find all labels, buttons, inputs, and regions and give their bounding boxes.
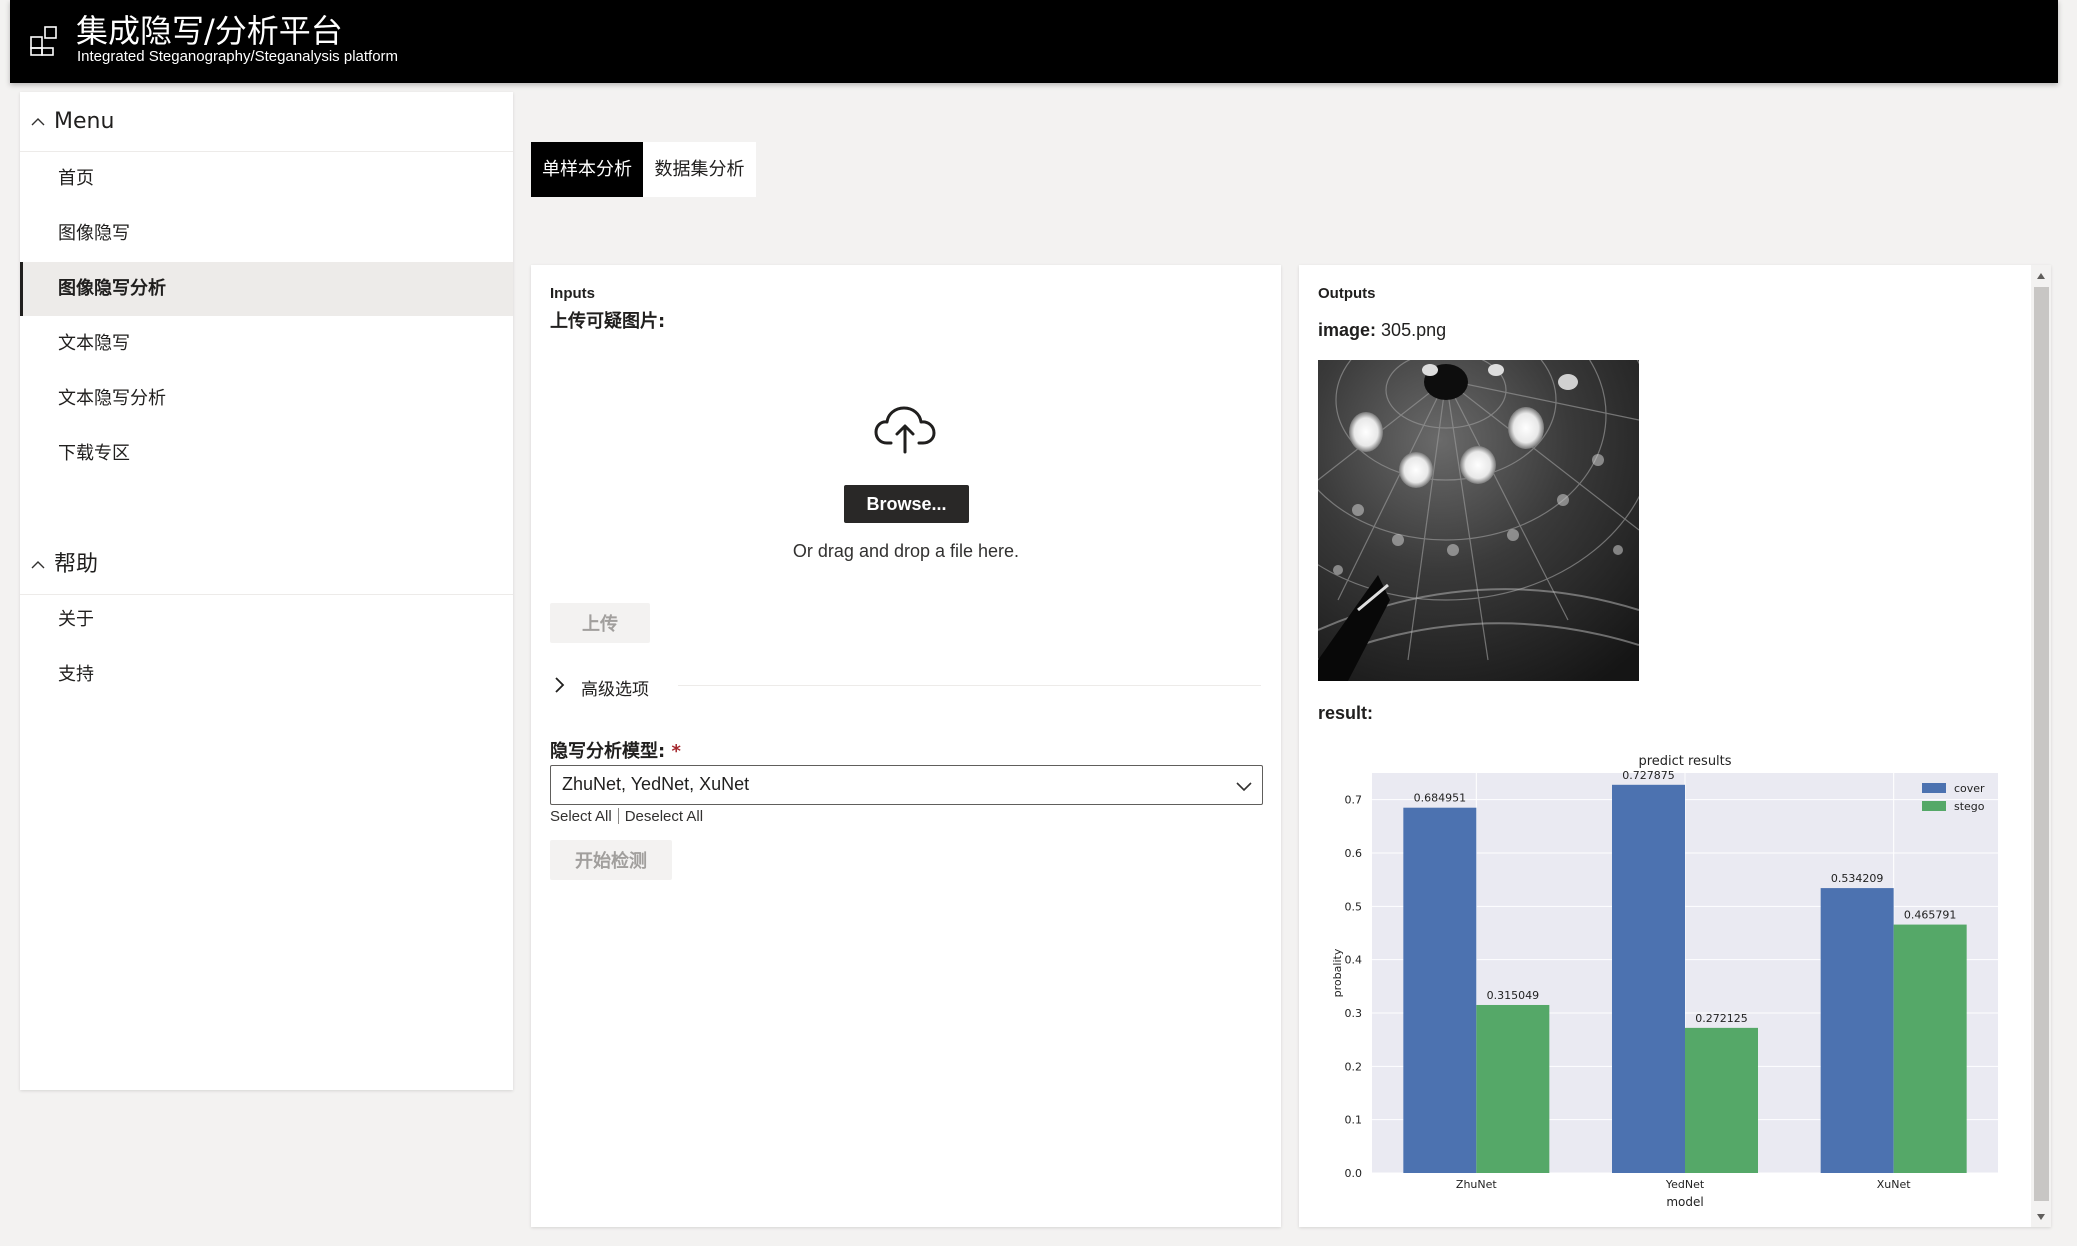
y-tick-label: 0.4: [1345, 954, 1363, 967]
inputs-panel: Inputs 上传可疑图片: Browse... Or drag and dro…: [531, 265, 1281, 1227]
required-mark: *: [671, 741, 681, 762]
bar-cover: [1820, 888, 1894, 1173]
legend-swatch: [1922, 783, 1946, 793]
start-detection-button[interactable]: 开始检测: [550, 840, 672, 880]
image-key: image:: [1318, 320, 1377, 340]
y-tick-label: 0.3: [1345, 1007, 1363, 1020]
bar-value-label: 0.272125: [1695, 1012, 1748, 1025]
scrollbar[interactable]: [2031, 265, 2051, 1227]
bar-stego: [1685, 1027, 1758, 1173]
x-axis-label: model: [1666, 1195, 1703, 1209]
scroll-up-arrow-icon[interactable]: [2037, 273, 2045, 279]
outputs-heading: Outputs: [1318, 285, 1376, 302]
nav-group-header[interactable]: Menu: [20, 92, 513, 152]
link-separator: [617, 808, 619, 824]
nav-group-header[interactable]: 帮助: [20, 535, 513, 595]
scroll-down-arrow-icon[interactable]: [2037, 1214, 2045, 1220]
y-tick-label: 0.1: [1345, 1114, 1363, 1127]
sidebar-nav-item[interactable]: 图像隐写分析: [20, 262, 513, 316]
outputs-panel: Outputs image: 305.png result: 0.0 0.1 0…: [1299, 265, 2051, 1227]
tab-dataset[interactable]: 数据集分析: [643, 142, 756, 197]
cloud-upload-icon: [874, 406, 936, 454]
y-tick-label: 0.6: [1345, 847, 1363, 860]
nav-group-title: 帮助: [54, 552, 99, 577]
sidebar-nav-item[interactable]: 文本隐写分析: [20, 372, 513, 426]
nav-group-title: Menu: [54, 109, 115, 134]
model-dropdown-value: ZhuNet, YedNet, XuNet: [562, 774, 750, 794]
bar-stego: [1893, 924, 1967, 1173]
app-header: 集成隐写/分析平台 Integrated Steganography/Stega…: [10, 0, 2058, 83]
chart-title: predict results: [1638, 754, 1731, 769]
bar-value-label: 0.727875: [1622, 769, 1675, 782]
upload-label: 上传可疑图片:: [550, 311, 666, 332]
sidebar-item-label: 图像隐写分析: [58, 278, 166, 299]
sidebar-nav-item[interactable]: 下载专区: [20, 427, 513, 481]
scroll-thumb[interactable]: [2034, 287, 2049, 1201]
chevron-down-icon: [1236, 782, 1252, 792]
inputs-heading: Inputs: [550, 285, 595, 302]
select-all-link[interactable]: Select All: [550, 808, 612, 825]
x-tick-label: XuNet: [1877, 1178, 1912, 1191]
select-links: Select All Deselect All: [550, 808, 703, 825]
drag-drop-text: Or drag and drop a file here.: [792, 541, 1020, 561]
y-tick-label: 0.5: [1345, 900, 1363, 913]
y-tick-label: 0.0: [1345, 1167, 1363, 1180]
bar-cover: [1403, 807, 1477, 1173]
predict-results-chart: 0.0 0.1 0.2 0.3 0.4 0.5 0.6 0.7 0.684951 0.315049…: [1331, 754, 1998, 1209]
deselect-all-link[interactable]: Deselect All: [625, 808, 703, 825]
sidebar-nav-item[interactable]: 关于: [20, 593, 513, 647]
sidebar-nav-item[interactable]: 首页: [20, 152, 513, 206]
sidebar-nav: Menu 首页图像隐写图像隐写分析 文本隐写文本隐写分析 下载专区帮助关于支持: [20, 92, 513, 1090]
y-tick-label: 0.2: [1345, 1060, 1363, 1073]
chevron-up-icon: [31, 561, 45, 569]
sidebar-item-label: 首页: [58, 168, 94, 189]
x-tick-label: YedNet: [1665, 1178, 1705, 1191]
sidebar-item-label: 图像隐写: [58, 223, 130, 244]
x-tick-label: ZhuNet: [1456, 1178, 1497, 1191]
model-label: 隐写分析模型: *: [550, 737, 681, 763]
result-image: [1318, 360, 1639, 681]
sidebar-item-label: 关于: [58, 609, 94, 630]
bar-value-label: 0.315049: [1487, 989, 1540, 1002]
divider: [678, 685, 1261, 686]
app-subtitle: Integrated Steganography/Steganalysis pl…: [77, 48, 399, 65]
image-filename-line: image: 305.png: [1318, 320, 1446, 341]
dashboard-grid-icon: [30, 26, 57, 56]
sidebar-item-label: 文本隐写分析: [58, 388, 166, 409]
advanced-options-toggle[interactable]: 高级选项: [550, 670, 1261, 700]
model-label-text: 隐写分析模型:: [550, 741, 666, 762]
tab-single-sample[interactable]: 单样本分析: [531, 142, 643, 197]
legend-label: stego: [1954, 800, 1985, 813]
legend-label: cover: [1954, 782, 1985, 795]
bar-value-label: 0.534209: [1831, 872, 1884, 885]
sidebar-item-label: 支持: [58, 664, 94, 685]
bar-cover: [1612, 784, 1685, 1173]
model-dropdown[interactable]: ZhuNet, YedNet, XuNet: [550, 765, 1263, 805]
bar-value-label: 0.465791: [1904, 909, 1957, 922]
upload-button[interactable]: 上传: [550, 603, 650, 643]
bar-value-label: 0.684951: [1414, 792, 1467, 805]
sidebar-item-label: 下载专区: [58, 443, 130, 464]
legend-swatch: [1922, 801, 1946, 811]
advanced-options-label: 高级选项: [581, 680, 649, 700]
chevron-up-icon: [31, 118, 45, 126]
sidebar-nav-item[interactable]: 支持: [20, 648, 513, 702]
y-tick-label: 0.7: [1345, 794, 1363, 807]
browse-button[interactable]: Browse...: [844, 485, 969, 523]
chevron-right-icon: [555, 677, 565, 693]
sidebar-nav-item[interactable]: 文本隐写: [20, 317, 513, 371]
sidebar-nav-item[interactable]: 图像隐写: [20, 207, 513, 261]
sidebar-item-label: 文本隐写: [58, 333, 130, 354]
result-label: result:: [1318, 703, 1374, 723]
y-axis-label: probality: [1331, 948, 1344, 997]
image-filename: 305.png: [1381, 320, 1447, 340]
bar-stego: [1476, 1004, 1550, 1173]
app-title: 集成隐写/分析平台: [76, 12, 343, 50]
